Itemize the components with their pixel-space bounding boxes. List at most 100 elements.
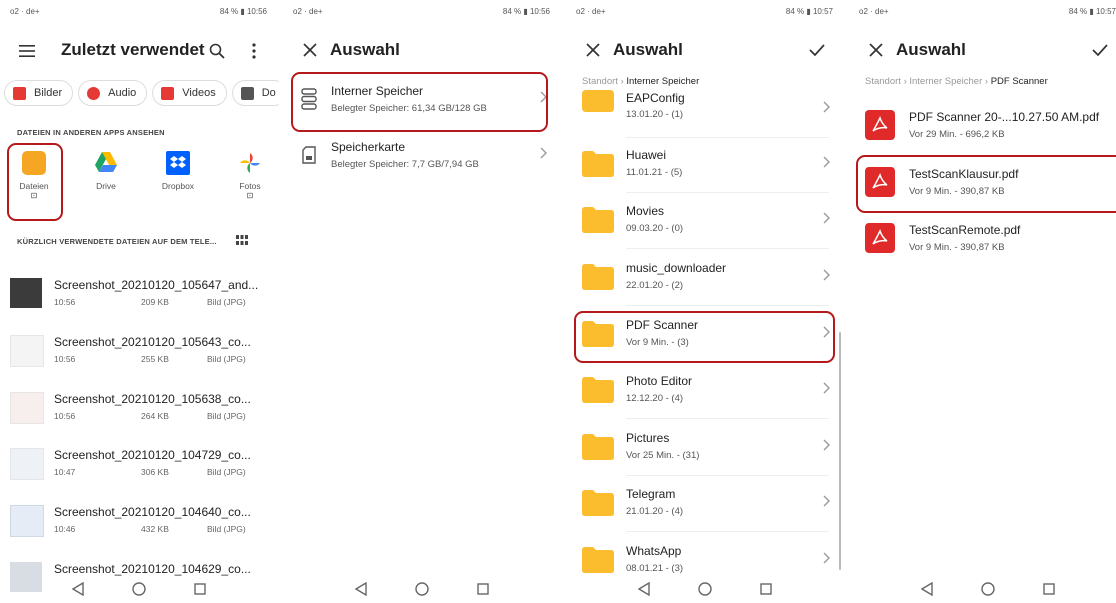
folder-icon: [582, 377, 614, 403]
recents-icon[interactable]: [1041, 581, 1057, 597]
chevron-right-icon: [821, 494, 831, 508]
folder-icon: [582, 490, 614, 516]
app-dropbox[interactable]: Dropbox: [153, 146, 203, 191]
pdf-file-item[interactable]: PDF Scanner 20-...10.27.50 AM.pdf Vor 29…: [849, 99, 1116, 155]
apps-heading: DATEIEN IN ANDEREN APPS ANSEHEN: [17, 128, 165, 137]
carrier-text: o2 · de+: [293, 7, 323, 16]
audio-icon: [87, 86, 101, 100]
chip-videos[interactable]: Videos: [152, 80, 227, 106]
recent-files-screen: o2 · de+ 84 % ▮ 10:56 Zuletzt verwendet …: [0, 0, 279, 603]
breadcrumb: Standort › Interner Speicher › PDF Scann…: [865, 76, 1116, 87]
scrollbar[interactable]: [839, 332, 841, 570]
more-vert-icon[interactable]: [243, 40, 265, 62]
app-bar: Auswahl: [566, 30, 845, 70]
chevron-right-icon: [821, 381, 831, 395]
menu-icon[interactable]: [16, 40, 38, 62]
storage-sd-card[interactable]: Speicherkarte Belegter Speicher: 7,7 GB/…: [283, 128, 562, 184]
folder-item[interactable]: Photo Editor 12.12.20 - (4): [566, 363, 845, 419]
file-row[interactable]: Screenshot_20210120_105647_and... 10:56 …: [0, 270, 279, 326]
home-icon[interactable]: [697, 581, 713, 597]
clock-text: 10:57: [812, 7, 833, 16]
dropbox-icon: [166, 151, 190, 175]
chevron-right-icon: [821, 438, 831, 452]
check-icon[interactable]: [1089, 39, 1111, 61]
photos-icon: [238, 151, 262, 175]
back-icon[interactable]: [919, 581, 935, 597]
document-icon: [240, 86, 254, 100]
app-bar: Auswahl: [283, 30, 562, 70]
file-row[interactable]: Screenshot_20210120_105643_co... 10:56 2…: [0, 327, 279, 383]
crumb-root[interactable]: Standort: [865, 76, 901, 87]
folder-icon: [582, 151, 614, 177]
folder-icon: [582, 207, 614, 233]
video-icon: [161, 86, 175, 100]
folder-icon: [582, 264, 614, 290]
search-icon[interactable]: [206, 40, 228, 62]
folder-item[interactable]: Movies 09.03.20 - (0): [566, 193, 845, 249]
chevron-right-icon: [538, 146, 548, 160]
close-icon[interactable]: [582, 39, 604, 61]
recents-icon[interactable]: [758, 581, 774, 597]
nav-bar: [566, 577, 845, 603]
folder-item[interactable]: music_downloader 22.01.20 - (2): [566, 250, 845, 306]
file-row[interactable]: Screenshot_20210120_104729_co... 10:47 3…: [0, 440, 279, 496]
nav-bar: [849, 577, 1116, 603]
chip-documents[interactable]: Do: [231, 80, 279, 106]
app-drive[interactable]: Drive: [81, 146, 131, 191]
sd-card-icon: [301, 144, 317, 166]
check-icon[interactable]: [806, 39, 828, 61]
folder-icon: [582, 547, 614, 573]
file-row[interactable]: Screenshot_20210120_105638_co... 10:56 2…: [0, 384, 279, 440]
clock-text: 10:57: [1095, 7, 1116, 16]
battery-text: 84 %: [219, 7, 239, 16]
nav-bar: [283, 577, 562, 603]
pdf-icon: [865, 223, 895, 253]
pdf-file-item[interactable]: TestScanRemote.pdf Vor 9 Min. - 390,87 K…: [849, 212, 1116, 268]
drive-icon: [94, 151, 118, 175]
home-icon[interactable]: [414, 581, 430, 597]
recents-icon[interactable]: [475, 581, 491, 597]
app-fotos[interactable]: Fotos ⊡: [225, 146, 275, 200]
home-icon[interactable]: [131, 581, 147, 597]
file-row[interactable]: Screenshot_20210120_104640_co... 10:46 4…: [0, 497, 279, 553]
folder-icon: [582, 434, 614, 460]
folder-item[interactable]: Huawei 11.01.21 - (5): [566, 137, 845, 193]
folder-select-screen: o2 · de+ 84 % ▮ 10:57 Auswahl Standort ›…: [566, 0, 845, 603]
highlight-internal-storage: [291, 72, 548, 132]
grid-view-icon[interactable]: [235, 233, 249, 247]
app-bar: Auswahl: [849, 30, 1116, 70]
home-icon[interactable]: [980, 581, 996, 597]
folder-item[interactable]: EAPConfig 13.01.20 - (1): [566, 82, 845, 138]
file-thumbnail: [10, 448, 44, 480]
nav-bar: [0, 577, 279, 603]
close-icon[interactable]: [299, 39, 321, 61]
chevron-right-icon: [821, 551, 831, 565]
folder-item[interactable]: Telegram 21.01.20 - (4): [566, 476, 845, 532]
chevron-right-icon: [821, 155, 831, 169]
crumb-current: PDF Scanner: [990, 76, 1048, 87]
folder-item[interactable]: Pictures Vor 25 Min. - (31): [566, 420, 845, 476]
image-icon: [13, 86, 26, 100]
carrier-text: o2 · de+: [859, 7, 889, 16]
back-icon[interactable]: [70, 581, 86, 597]
status-bar: o2 · de+ 84 % ▮ 10:56: [10, 7, 267, 16]
page-title: Auswahl: [330, 40, 400, 59]
page-title: Zuletzt verwendet: [61, 40, 205, 59]
battery-text: 84 %: [1068, 7, 1088, 16]
close-icon[interactable]: [865, 39, 887, 61]
pdf-select-screen: o2 · de+ 84 % ▮ 10:57 Auswahl Standort ›…: [849, 0, 1116, 603]
highlight-dateien: [7, 143, 63, 221]
pdf-icon: [865, 110, 895, 140]
back-icon[interactable]: [636, 581, 652, 597]
recents-icon[interactable]: [192, 581, 208, 597]
file-thumbnail: [10, 505, 44, 537]
carrier-text: o2 · de+: [576, 7, 606, 16]
crumb-mid[interactable]: Interner Speicher: [909, 76, 982, 87]
recent-heading: KÜRZLICH VERWENDETE DATEIEN AUF DEM TELE…: [17, 237, 217, 246]
back-icon[interactable]: [353, 581, 369, 597]
battery-text: 84 %: [785, 7, 805, 16]
folder-icon: [582, 90, 614, 112]
file-thumbnail: [10, 392, 44, 424]
chip-audio[interactable]: Audio: [78, 80, 148, 106]
chip-images[interactable]: Bilder: [4, 80, 74, 106]
